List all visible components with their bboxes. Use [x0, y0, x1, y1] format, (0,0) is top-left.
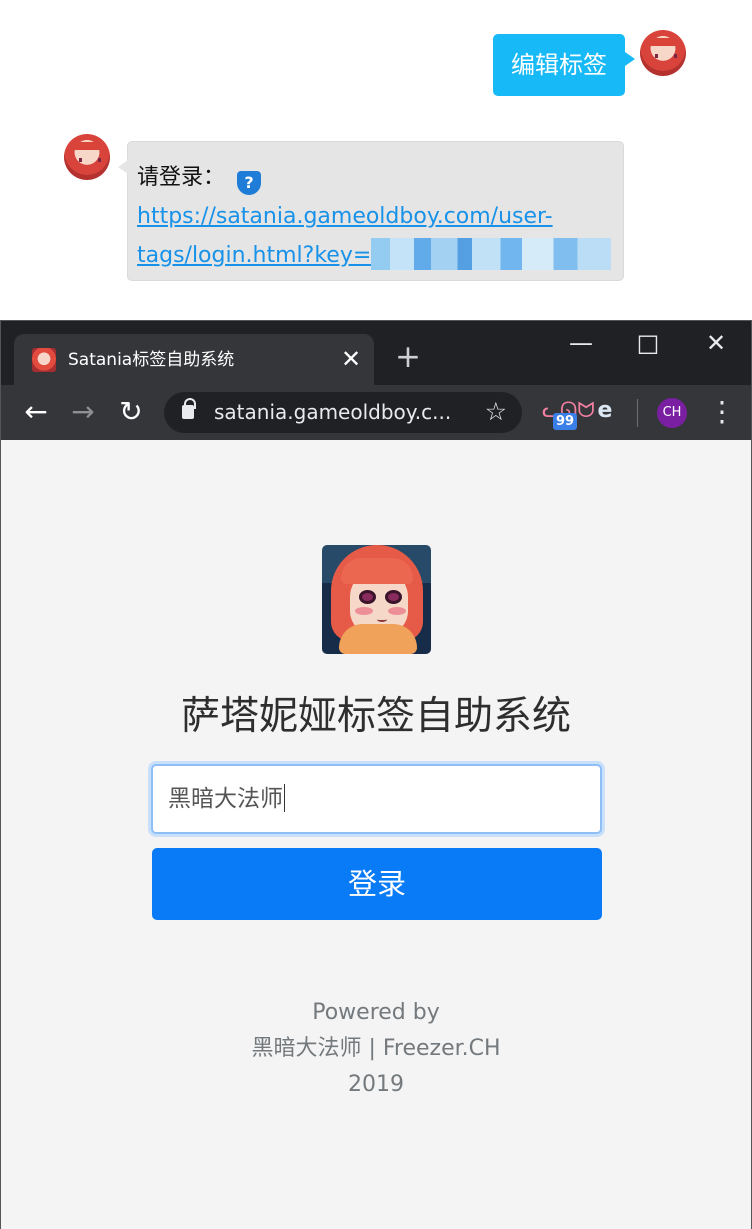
minimize-icon[interactable]: — [566, 329, 596, 357]
login-page: 萨塔妮娅标签自助系统 黑暗大法师 登录 Powered by 黑暗大法师 | F… [1, 440, 751, 1229]
powered-by-text: Powered by [312, 1000, 440, 1025]
login-link-path[interactable]: tags/login.html?key= [137, 243, 371, 268]
address-text[interactable]: satania.gameoldboy.c... [214, 399, 451, 426]
lock-icon [182, 398, 196, 419]
login-prompt-text: 请登录： [137, 165, 226, 190]
active-tab[interactable]: Satania标签自助系统 ✕ [14, 334, 374, 385]
year-text: 2019 [348, 1072, 404, 1097]
login-link-line-2[interactable]: tags/login.html?key= [137, 238, 612, 270]
more-menu-icon[interactable]: ⋮ [708, 395, 736, 429]
logo-right-blush [388, 607, 406, 615]
logo-right-eye [385, 590, 402, 604]
edit-tags-message: 编辑标签 [493, 34, 635, 96]
extension-badge: 99 [553, 413, 577, 430]
satania-logo [322, 545, 431, 654]
back-icon[interactable]: ← [21, 397, 51, 427]
address-bar[interactable]: satania.gameoldboy.c... ☆ [164, 392, 522, 433]
edge-extension-icon[interactable]: e [591, 397, 619, 425]
browser-window: Satania标签自助系统 ✕ + — □ ✕ ← → ↻ satania.ga… [0, 320, 752, 1229]
satania-favicon [32, 348, 56, 372]
bot-avatar [64, 134, 110, 180]
security-shield-icon: ? [237, 171, 262, 195]
toolbar-divider [637, 399, 638, 427]
logo-left-eye [359, 590, 376, 604]
new-tab-button[interactable]: + [395, 342, 421, 373]
login-link-line-1[interactable]: https://satania.gameoldboy.com/user- [137, 204, 553, 229]
tab-strip: Satania标签自助系统 ✕ + — □ ✕ [1, 321, 751, 385]
logo-left-blush [355, 607, 373, 615]
user-avatar [640, 30, 686, 76]
logo-mouth [377, 617, 387, 622]
reload-icon[interactable]: ↻ [116, 397, 146, 427]
footer: Powered by 黑暗大法师 | Freezer.CH 2019 [1, 995, 751, 1103]
tab-title[interactable]: Satania标签自助系统 [68, 348, 234, 372]
close-tab-icon[interactable]: ✕ [341, 347, 361, 371]
forward-icon[interactable]: → [68, 397, 98, 427]
login-message: 请登录：? https://satania.gameoldboy.com/use… [118, 141, 624, 281]
maximize-icon[interactable]: □ [633, 329, 663, 357]
close-window-icon[interactable]: ✕ [701, 329, 731, 357]
logo-hands [339, 624, 417, 654]
redacted-key [371, 238, 612, 270]
profile-avatar[interactable]: CH [657, 398, 687, 428]
login-button[interactable]: 登录 [152, 848, 602, 920]
username-value[interactable]: 黑暗大法师 [168, 786, 283, 812]
author-text: 黑暗大法师 | Freezer.CH [251, 1036, 501, 1061]
username-input[interactable]: 黑暗大法师 [151, 764, 602, 834]
browser-toolbar: ← → ↻ satania.gameoldboy.c... ☆ ᓚᘏᗢ 99 e… [1, 385, 751, 440]
bookmark-star-icon[interactable]: ☆ [485, 397, 507, 427]
text-caret [284, 784, 285, 812]
chat-area: 编辑标签 请登录：? https://satania.gameoldboy.co… [0, 0, 752, 320]
page-title: 萨塔妮娅标签自助系统 [180, 694, 571, 739]
logo-bangs [341, 558, 413, 584]
